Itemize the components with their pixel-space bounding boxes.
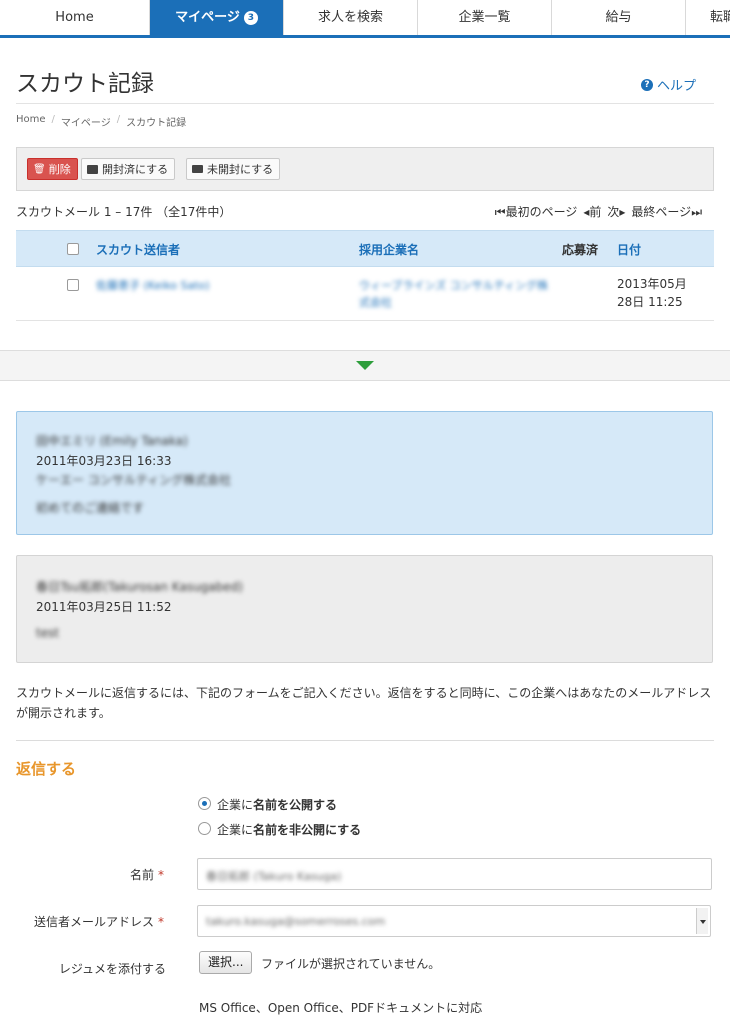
email-field-label: 送信者メールアドレス * [34,913,164,930]
breadcrumb-mypage[interactable]: マイページ [61,114,111,129]
first-page-label: 最初のページ [505,205,578,219]
nav-tab-salary[interactable]: 給与 [552,0,686,35]
file-status: ファイルが選択されていません。 [261,957,441,971]
column-date[interactable]: 日付 [617,241,641,258]
row-sender[interactable]: 佐藤恵子 (Keiko Sato) [96,277,210,293]
message-card-sent: 春日Tsu拓郎(Takurosan Kasugabed) 2011年03月25日… [16,555,713,663]
result-count: スカウトメール 1 – 17件 （全17件中） [16,205,232,219]
column-applied: 応募済 [562,243,599,257]
breadcrumb-current: スカウト記録 [126,118,187,129]
public-name-bold: 名前を公開する [253,798,338,812]
row-date-line2: 28日 11:25 [617,295,683,309]
row-checkbox[interactable] [67,279,79,291]
nav-tab-label: マイページ [175,10,240,25]
nav-tab-career[interactable]: 転職 [686,0,730,35]
select-all-checkbox[interactable] [67,243,79,255]
action-toolbar: 🗑 削除 開封済にする 未開封にする [16,147,714,191]
nav-tab-job-search[interactable]: 求人を検索 [284,0,418,35]
column-sender[interactable]: スカウト送信者 [96,241,180,258]
nav-tab-label: Home [55,10,94,25]
first-page-link[interactable]: ⏮最初のページ [495,203,578,220]
mark-read-label: 開封済にする [102,163,169,176]
table-header: スカウト送信者 採用企業名 応募済 日付 [16,230,714,267]
message-sender: 春日Tsu拓郎(Takurosan Kasugabed) [36,580,243,594]
next-page-label: 次 [607,205,620,219]
reply-section-title: 返信する [16,760,77,778]
divider [16,740,714,741]
nav-tab-home[interactable]: Home [0,0,150,35]
last-page-label: 最終ページ [631,205,692,219]
name-input[interactable]: 春日拓郎 (Takuro Kasuga) [197,858,712,890]
name-input-value: 春日拓郎 (Takuro Kasuga) [206,870,342,883]
breadcrumb-separator: / [116,114,121,125]
help-link[interactable]: ? ヘルプ [640,75,696,94]
pagination: ⏮最初のページ ◂前 次▸ 最終ページ⏭ [495,203,702,220]
nav-tab-label: 企業一覧 [458,10,511,25]
thread-toggle[interactable] [0,350,730,381]
file-format-hint: MS Office、Open Office、PDFドキュメントに対応 [199,1001,483,1015]
message-card-received: 田中エミリ (Emily Tanaka) 2011年03月23日 16:33 ケ… [16,411,713,535]
email-label-text: 送信者メールアドレス [33,915,154,929]
first-page-icon: ⏮ [494,205,506,219]
nav-tab-label: 求人を検索 [317,10,383,25]
delete-label: 削除 [48,163,71,176]
email-select-value: takuro.kasuga@somerroses.com [206,915,386,928]
public-name-radio[interactable] [198,797,211,810]
message-body: test [36,626,60,640]
message-body: 初めてのご連絡です [36,501,145,515]
nav-tab-label: 転職 [710,10,730,25]
prev-page-link[interactable]: ◂前 [583,203,601,220]
reply-notice: スカウトメールに返信するには、下記のフォームをご記入ください。返信をすると同時に… [16,686,712,720]
row-date: 2013年05月 28日 11:25 [617,275,687,311]
private-name-label[interactable]: 企業に名前を非公開にする [217,821,361,838]
mark-unread-label: 未開封にする [207,163,274,176]
message-sender[interactable]: 田中エミリ (Emily Tanaka) [36,432,188,449]
row-date-line1: 2013年05月 [617,277,687,291]
required-mark: * [158,868,164,882]
next-page-link[interactable]: 次▸ [607,203,625,220]
notification-badge: 3 [243,11,258,25]
name-label-text: 名前 [129,868,154,882]
breadcrumb-separator: / [51,114,55,125]
open-envelope-icon [87,164,98,174]
file-select-button[interactable]: 選択... [199,951,253,974]
triangle-down-icon [356,361,374,370]
private-name-bold: 名前を非公開にする [253,823,362,837]
nav-tab-label: 給与 [605,10,632,25]
last-page-icon: ⏭ [691,205,702,219]
trash-icon: 🗑 [33,163,46,175]
nav-tab-companies[interactable]: 企業一覧 [418,0,552,35]
nav-tab-mypage[interactable]: マイページ 3 [150,0,284,35]
caret-right-icon: ▸ [619,205,626,219]
column-company[interactable]: 採用企業名 [359,241,419,258]
prev-page-label: 前 [589,205,602,219]
table-row[interactable]: 佐藤恵子 (Keiko Sato) ウィーブラインズ コンサルティング株式会社 … [16,267,714,321]
page-title: スカウト記録 [16,71,154,97]
question-icon: ? [640,78,653,91]
message-date: 2011年03月23日 16:33 [36,454,172,468]
help-label: ヘルプ [656,79,696,94]
resume-field-label: レジュメを添付する [58,962,166,976]
breadcrumb-home[interactable]: Home [16,114,46,129]
top-nav: Home マイページ3 求人を検索 企業一覧 給与 転職 [0,0,730,38]
message-date: 2011年03月25日 11:52 [36,600,172,614]
row-company[interactable]: ウィーブラインズ コンサルティング株式会社 [359,277,549,311]
public-name-prefix: 企業に [217,798,254,812]
chevron-down-icon [696,908,708,934]
message-company[interactable]: ケーエー コンサルティング株式会社 [36,471,231,488]
breadcrumb: Home / マイページ / スカウト記録 [16,114,186,129]
delete-button[interactable]: 🗑 削除 [27,158,78,180]
last-page-link[interactable]: 最終ページ⏭ [631,203,702,220]
required-mark: * [158,915,164,929]
public-name-label[interactable]: 企業に名前を公開する [217,796,337,813]
mark-unread-button[interactable]: 未開封にする [186,158,281,180]
divider [16,103,714,104]
mark-read-button[interactable]: 開封済にする [81,158,176,180]
email-select[interactable]: takuro.kasuga@somerroses.com [197,905,711,937]
name-field-label: 名前 * [130,866,164,883]
envelope-icon [192,165,203,173]
private-name-radio[interactable] [198,822,211,835]
private-name-prefix: 企業に [217,823,254,837]
